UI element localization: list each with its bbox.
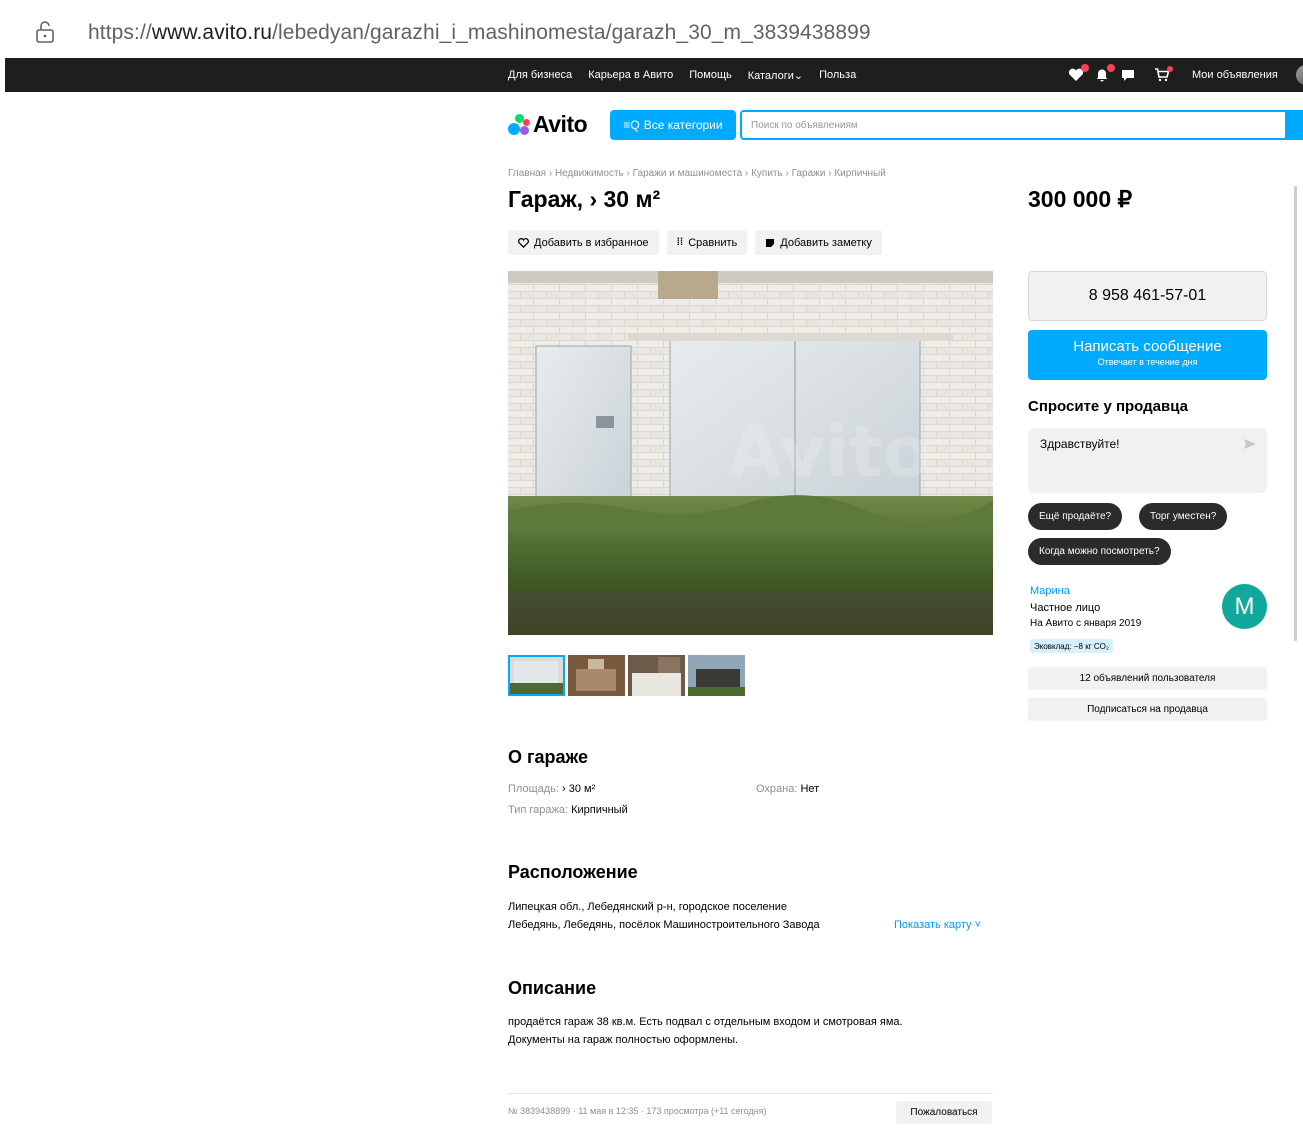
breadcrumb-item[interactable]: Недвижимость <box>555 168 624 179</box>
show-map-link[interactable]: Показать карту ˅ <box>894 919 981 931</box>
send-icon[interactable] <box>1243 438 1257 450</box>
top-navigation: Для бизнеса Карьера в Авито Помощь Катал… <box>5 58 1303 92</box>
photo-watermark: Avito <box>728 411 931 493</box>
cart-icon[interactable] <box>1154 66 1173 82</box>
breadcrumb-item[interactable]: Купить <box>751 168 783 179</box>
breadcrumb-item[interactable]: Гаражи и машиноместа <box>633 168 743 179</box>
menu-search-icon: ≡Q <box>623 118 640 132</box>
site-info-icon[interactable] <box>34 20 56 44</box>
breadcrumb-item[interactable]: Главная <box>508 168 546 179</box>
thumbnail[interactable] <box>568 655 625 696</box>
location-section-title: Расположение <box>508 862 638 882</box>
notifications-bell-icon[interactable] <box>1094 64 1115 82</box>
compare-button[interactable]: ⁞⁞ Сравнить <box>666 230 748 255</box>
nav-help[interactable]: Помощь <box>689 69 732 81</box>
chevron-down-icon: ⌄ <box>793 69 804 82</box>
nav-for-business[interactable]: Для бизнеса <box>508 69 572 81</box>
url-text[interactable]: https://www.avito.ru/lebedyan/garazhi_i_… <box>88 21 871 45</box>
ask-seller-title: Спросите у продавца <box>1028 398 1188 415</box>
heart-icon <box>518 237 529 248</box>
breadcrumb-item[interactable]: Кирпичный <box>834 168 885 179</box>
add-note-button[interactable]: Добавить заметку <box>755 230 882 255</box>
url-field[interactable]: https://www.avito.ru/lebedyan/garazhi_i_… <box>10 6 1293 50</box>
seller-avatar[interactable]: М <box>1222 584 1267 629</box>
eco-badge[interactable]: Эковклад: −8 кг CO₂ <box>1030 639 1113 653</box>
show-phone-button[interactable]: 8 958 461-57-01 <box>1028 271 1267 321</box>
garage-type-property: Тип гаража: Кирпичный <box>508 804 628 816</box>
quick-reply-still-selling[interactable]: Ещё продаёте? <box>1028 503 1123 530</box>
note-icon <box>766 238 775 247</box>
quick-reply-when-view[interactable]: Когда можно посмотреть? <box>1028 538 1171 565</box>
quick-reply-bargain[interactable]: Торг уместен? <box>1139 503 1228 530</box>
nav-benefit[interactable]: Польза <box>819 69 856 81</box>
nav-catalogs[interactable]: Каталоги⌄ <box>748 69 803 82</box>
search-input[interactable]: Поиск по объявлениям <box>740 110 1303 140</box>
compare-icon: ⁞⁞ <box>676 237 684 248</box>
notification-badge <box>1081 64 1089 72</box>
thumbnail[interactable] <box>688 655 745 696</box>
avito-logo[interactable]: Avito <box>508 111 588 138</box>
logo-dots-icon <box>508 113 530 136</box>
listing-actions: Добавить в избранное ⁞⁞ Сравнить Добавит… <box>508 230 882 255</box>
breadcrumb: Главная › Недвижимость › Гаражи и машино… <box>508 168 886 179</box>
scrollbar[interactable] <box>1294 186 1297 641</box>
security-property: Охрана: Нет <box>756 783 820 795</box>
ask-seller-input[interactable]: Здравствуйте! <box>1028 428 1267 493</box>
my-ads-link[interactable]: Мои объявления <box>1192 69 1278 81</box>
report-button[interactable]: Пожаловаться <box>896 1101 992 1124</box>
favorites-heart-icon[interactable] <box>1068 64 1089 82</box>
seller-name-link[interactable]: Марина <box>1030 585 1070 597</box>
seller-since: На Авито с января 2019 <box>1030 618 1142 629</box>
search-button[interactable] <box>1285 110 1303 140</box>
thumbnail[interactable] <box>508 655 565 696</box>
main-photo[interactable]: Avito <box>508 271 993 635</box>
location-address: Липецкая обл., Лебедянский р-н, городско… <box>508 901 820 931</box>
listing-meta: № 3839438899 · 11 мая в 12:35 · 173 прос… <box>508 1106 767 1116</box>
seller-ads-button[interactable]: 12 объявлений пользователя <box>1028 667 1267 690</box>
logo-text: Avito <box>533 111 588 137</box>
description-section-title: Описание <box>508 978 597 998</box>
add-to-favorites-button[interactable]: Добавить в избранное <box>508 230 659 255</box>
listing-title: Гараж, › 30 м² <box>508 186 661 212</box>
nav-career[interactable]: Карьера в Авито <box>588 69 673 81</box>
all-categories-button[interactable]: ≡Q Все категории <box>610 110 736 140</box>
seller-type: Частное лицо <box>1030 602 1101 614</box>
breadcrumb-item[interactable]: Гаражи <box>792 168 826 179</box>
listing-price: 300 000 ₽ <box>1028 186 1133 212</box>
about-section-title: О гараже <box>508 747 589 767</box>
description-text: продаётся гараж 38 кв.м. Есть подвал с о… <box>508 1016 903 1046</box>
photo-thumbnails <box>508 655 745 696</box>
write-message-button[interactable]: Написать сообщение Отвечает в течение дн… <box>1028 330 1267 380</box>
divider <box>508 1093 993 1094</box>
user-avatar[interactable] <box>1295 65 1303 85</box>
area-property: Площадь: › 30 м² <box>508 783 596 795</box>
notification-badge <box>1167 66 1173 72</box>
subscribe-seller-button[interactable]: Подписаться на продавца <box>1028 698 1267 721</box>
messages-icon[interactable] <box>1120 68 1136 82</box>
notification-badge <box>1107 64 1115 72</box>
thumbnail[interactable] <box>628 655 685 696</box>
browser-address-bar: https://www.avito.ru/lebedyan/garazhi_i_… <box>0 0 1303 56</box>
